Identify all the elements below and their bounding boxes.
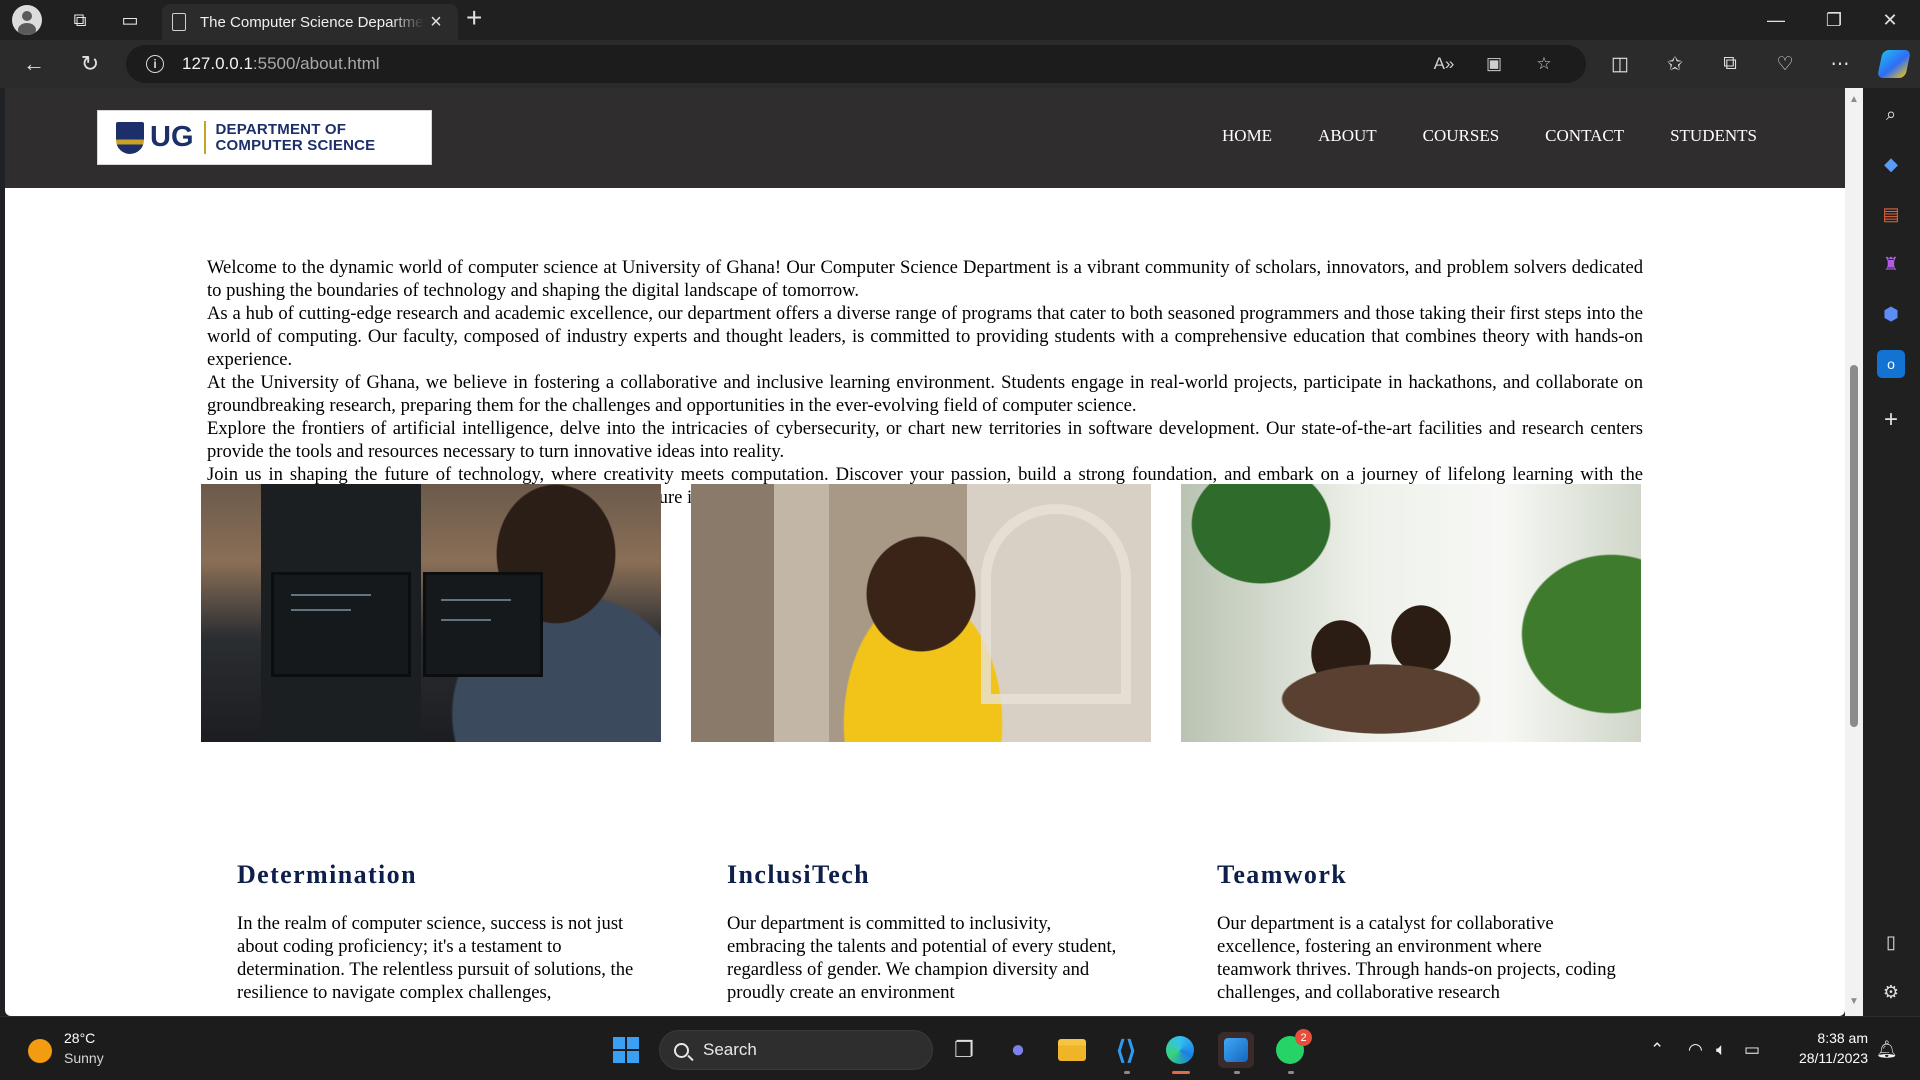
start-button[interactable]: [608, 1032, 644, 1068]
restore-button[interactable]: ❐: [1806, 0, 1862, 40]
volume-icon[interactable]: 🔈︎: [1716, 1040, 1726, 1060]
nav-contact[interactable]: CONTACT: [1545, 126, 1624, 146]
windows-logo-icon: [613, 1037, 639, 1063]
ug-crest-icon: [116, 121, 144, 154]
determination-image: [201, 484, 661, 742]
close-tab-icon[interactable]: ×: [424, 11, 448, 34]
weather-temperature[interactable]: 28°C: [64, 1030, 95, 1046]
site-logo[interactable]: UG DEPARTMENT OF COMPUTER SCIENCE: [97, 110, 432, 165]
favorite-star-icon[interactable]: ☆: [1526, 45, 1562, 83]
card-text-teamwork: Our department is a catalyst for collabo…: [1217, 913, 1616, 1003]
intro-paragraph: Explore the frontiers of artificial inte…: [207, 418, 1643, 462]
edge-browser-icon[interactable]: [1162, 1032, 1198, 1068]
address-bar[interactable]: i 127.0.0.1:5500/about.html A» ▣ ☆: [126, 45, 1586, 83]
favorites-icon[interactable]: ✩: [1655, 46, 1695, 82]
wifi-icon[interactable]: ◠: [1688, 1040, 1703, 1060]
tools-icon[interactable]: ▤: [1877, 200, 1905, 228]
games-icon[interactable]: ♜: [1877, 250, 1905, 278]
running-indicator: [1288, 1071, 1294, 1074]
sidebar-settings-icon[interactable]: ⚙: [1877, 978, 1905, 1006]
outlook-icon[interactable]: o: [1877, 350, 1905, 378]
arch-shape: [981, 504, 1131, 704]
battery-icon[interactable]: ▭: [1744, 1040, 1760, 1060]
workspaces-icon[interactable]: ⧉: [62, 2, 98, 38]
logo-dept-text: DEPARTMENT OF COMPUTER SCIENCE: [215, 120, 376, 154]
close-window-button[interactable]: ✕: [1862, 0, 1918, 40]
weather-sun-icon[interactable]: [28, 1039, 52, 1063]
whatsapp-notification-badge: 2: [1295, 1029, 1312, 1046]
card-title-determination: Determination: [237, 860, 417, 889]
card-text-inclusitech: Our department is committed to inclusivi…: [727, 913, 1117, 1003]
photos-app-icon[interactable]: [1218, 1032, 1254, 1068]
search-icon[interactable]: ⌕: [1877, 100, 1905, 128]
search-label: Search: [703, 1040, 757, 1059]
running-indicator: [1234, 1071, 1240, 1074]
minimize-button[interactable]: —: [1748, 0, 1804, 40]
nav-home[interactable]: HOME: [1222, 126, 1272, 146]
document-icon: [172, 13, 186, 31]
read-aloud-icon[interactable]: A»: [1426, 45, 1462, 83]
scrollbar-thumb[interactable]: [1850, 365, 1858, 727]
split-screen-icon[interactable]: ◫: [1600, 46, 1640, 82]
teamwork-image: [1181, 484, 1641, 742]
microsoft-365-icon[interactable]: ⬢: [1877, 300, 1905, 328]
nav-about[interactable]: ABOUT: [1318, 126, 1377, 146]
inclusitech-image: [691, 484, 1151, 742]
card-title-teamwork: Teamwork: [1217, 860, 1348, 889]
search-icon: [674, 1042, 689, 1058]
weather-condition[interactable]: Sunny: [64, 1050, 104, 1066]
logo-ug-text: UG: [150, 121, 206, 154]
card-title-inclusitech: InclusiTech: [727, 860, 871, 889]
intro-paragraph: At the University of Ghana, we believe i…: [207, 372, 1643, 416]
refresh-button[interactable]: ↻: [72, 46, 108, 82]
nav-courses[interactable]: COURSES: [1423, 126, 1500, 146]
intro-paragraph: Welcome to the dynamic world of computer…: [207, 257, 1643, 301]
card-text-determination: In the realm of computer science, succes…: [237, 913, 634, 1003]
clock-time[interactable]: 8:38 am: [1800, 1030, 1868, 1046]
running-indicator: [1172, 1071, 1190, 1074]
site-header: UG DEPARTMENT OF COMPUTER SCIENCE HOME A…: [5, 88, 1845, 188]
scroll-up-arrow[interactable]: ▲: [1848, 94, 1860, 106]
tab-actions-icon[interactable]: ▭: [112, 2, 148, 38]
url-host: 127.0.0.1: [182, 54, 253, 73]
url-path: :5500/about.html: [252, 54, 380, 73]
collections-icon[interactable]: ⧉: [1710, 46, 1750, 82]
edge-sidebar: ⌕ ◆ ▤ ♜ ⬢ o + ▯ ⚙: [1863, 88, 1920, 1016]
vscode-icon[interactable]: ⟨⟩: [1108, 1032, 1144, 1068]
site-info-icon[interactable]: i: [146, 55, 164, 73]
main-nav: HOME ABOUT COURSES CONTACT STUDENTS: [1222, 126, 1757, 146]
taskbar-search[interactable]: Search: [659, 1030, 933, 1070]
add-sidebar-app-icon[interactable]: +: [1877, 406, 1905, 434]
notifications-bell-icon[interactable]: 🔔︎: [1876, 1040, 1898, 1060]
task-view-icon[interactable]: ❐: [946, 1032, 982, 1068]
back-button[interactable]: ←: [16, 46, 52, 82]
browser-essentials-icon[interactable]: ♡: [1765, 46, 1805, 82]
profile-avatar[interactable]: [12, 5, 42, 35]
teams-chat-icon[interactable]: ●: [1000, 1032, 1036, 1068]
file-explorer-icon[interactable]: [1054, 1032, 1090, 1068]
settings-more-icon[interactable]: ⋯: [1820, 46, 1860, 82]
scroll-down-arrow[interactable]: ▼: [1848, 996, 1860, 1008]
new-tab-button[interactable]: +: [466, 2, 482, 34]
intro-paragraph: As a hub of cutting-edge research and ac…: [207, 303, 1643, 370]
running-indicator: [1124, 1071, 1130, 1074]
monitor-shape: [271, 572, 411, 677]
clock-date[interactable]: 28/11/2023: [1780, 1050, 1868, 1066]
nav-students[interactable]: STUDENTS: [1670, 126, 1757, 146]
show-hidden-icons[interactable]: ⌃: [1650, 1040, 1664, 1060]
browser-tab-active[interactable]: The Computer Science Department ×: [162, 4, 458, 40]
monitor-shape: [423, 572, 543, 677]
address-bar-row: ← ↻ i 127.0.0.1:5500/about.html A» ▣ ☆ ◫…: [0, 40, 1920, 88]
hide-sidebar-icon[interactable]: ▯: [1877, 928, 1905, 956]
shopping-icon[interactable]: ◆: [1877, 150, 1905, 178]
immersive-reader-icon[interactable]: ▣: [1476, 45, 1512, 83]
intro-text: Welcome to the dynamic world of computer…: [207, 256, 1643, 509]
tab-title: The Computer Science Department: [200, 13, 424, 31]
